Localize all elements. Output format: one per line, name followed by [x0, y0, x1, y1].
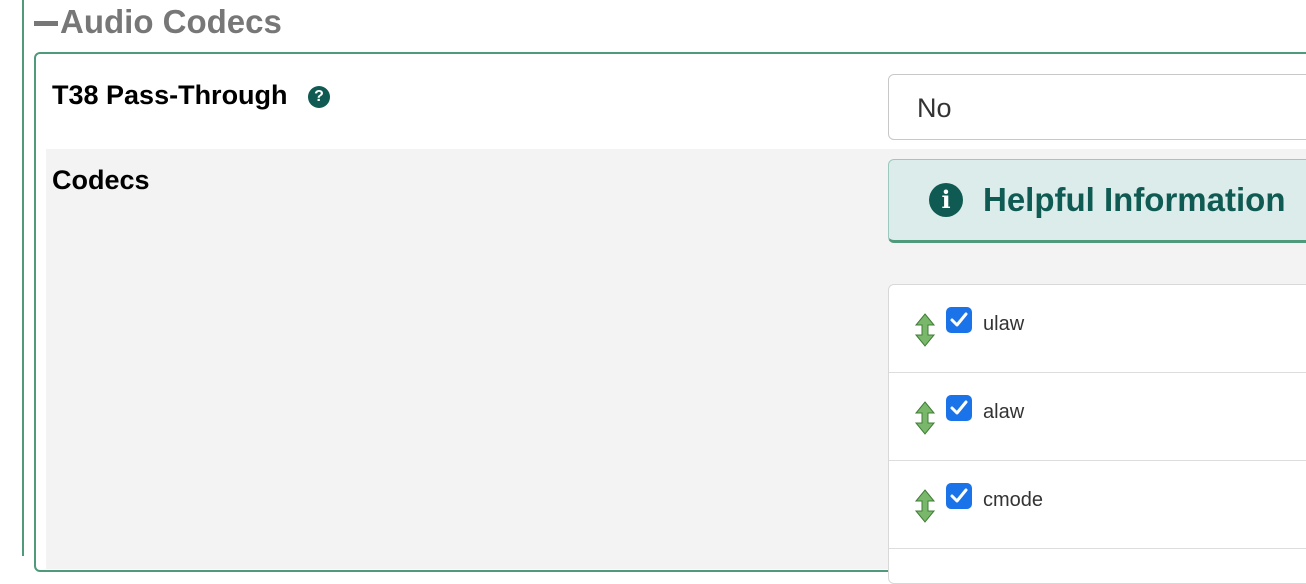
t38-passthrough-select[interactable]: No [888, 74, 1306, 140]
collapse-minus-icon[interactable] [34, 21, 58, 26]
helpful-information-title: Helpful Information [983, 181, 1286, 218]
drag-updown-arrow-icon[interactable] [913, 313, 937, 347]
codec-item-cmode[interactable]: cmode [889, 461, 1306, 549]
codec-item-ulaw[interactable]: ulaw [889, 285, 1306, 373]
codec-item-alaw[interactable]: alaw [889, 373, 1306, 461]
check-icon [950, 400, 968, 415]
codecs-label: Codecs [52, 165, 150, 195]
drag-updown-arrow-icon[interactable] [913, 401, 937, 435]
codec-name: ulaw [983, 313, 1025, 335]
drag-updown-arrow-icon[interactable] [913, 489, 937, 523]
check-icon [950, 488, 968, 503]
codec-name: alaw [983, 401, 1025, 423]
t38-label: T38 Pass-Through [52, 80, 288, 110]
codec-checkbox-ulaw[interactable] [946, 307, 972, 333]
section-title: Audio Codecs [60, 3, 282, 40]
codec-list: ulaw alaw cmode [888, 284, 1306, 584]
left-border [22, 0, 24, 556]
codec-checkbox-cmode[interactable] [946, 483, 972, 509]
codec-checkbox-alaw[interactable] [946, 395, 972, 421]
check-icon [950, 312, 968, 327]
section-header-audio-codecs[interactable]: Audio Codecs [34, 2, 282, 42]
helpful-information-toggle[interactable]: i Helpful Information [888, 159, 1306, 243]
help-question-icon[interactable]: ? [308, 86, 330, 108]
info-circle-icon: i [929, 183, 963, 217]
codec-name: cmode [983, 489, 1044, 511]
